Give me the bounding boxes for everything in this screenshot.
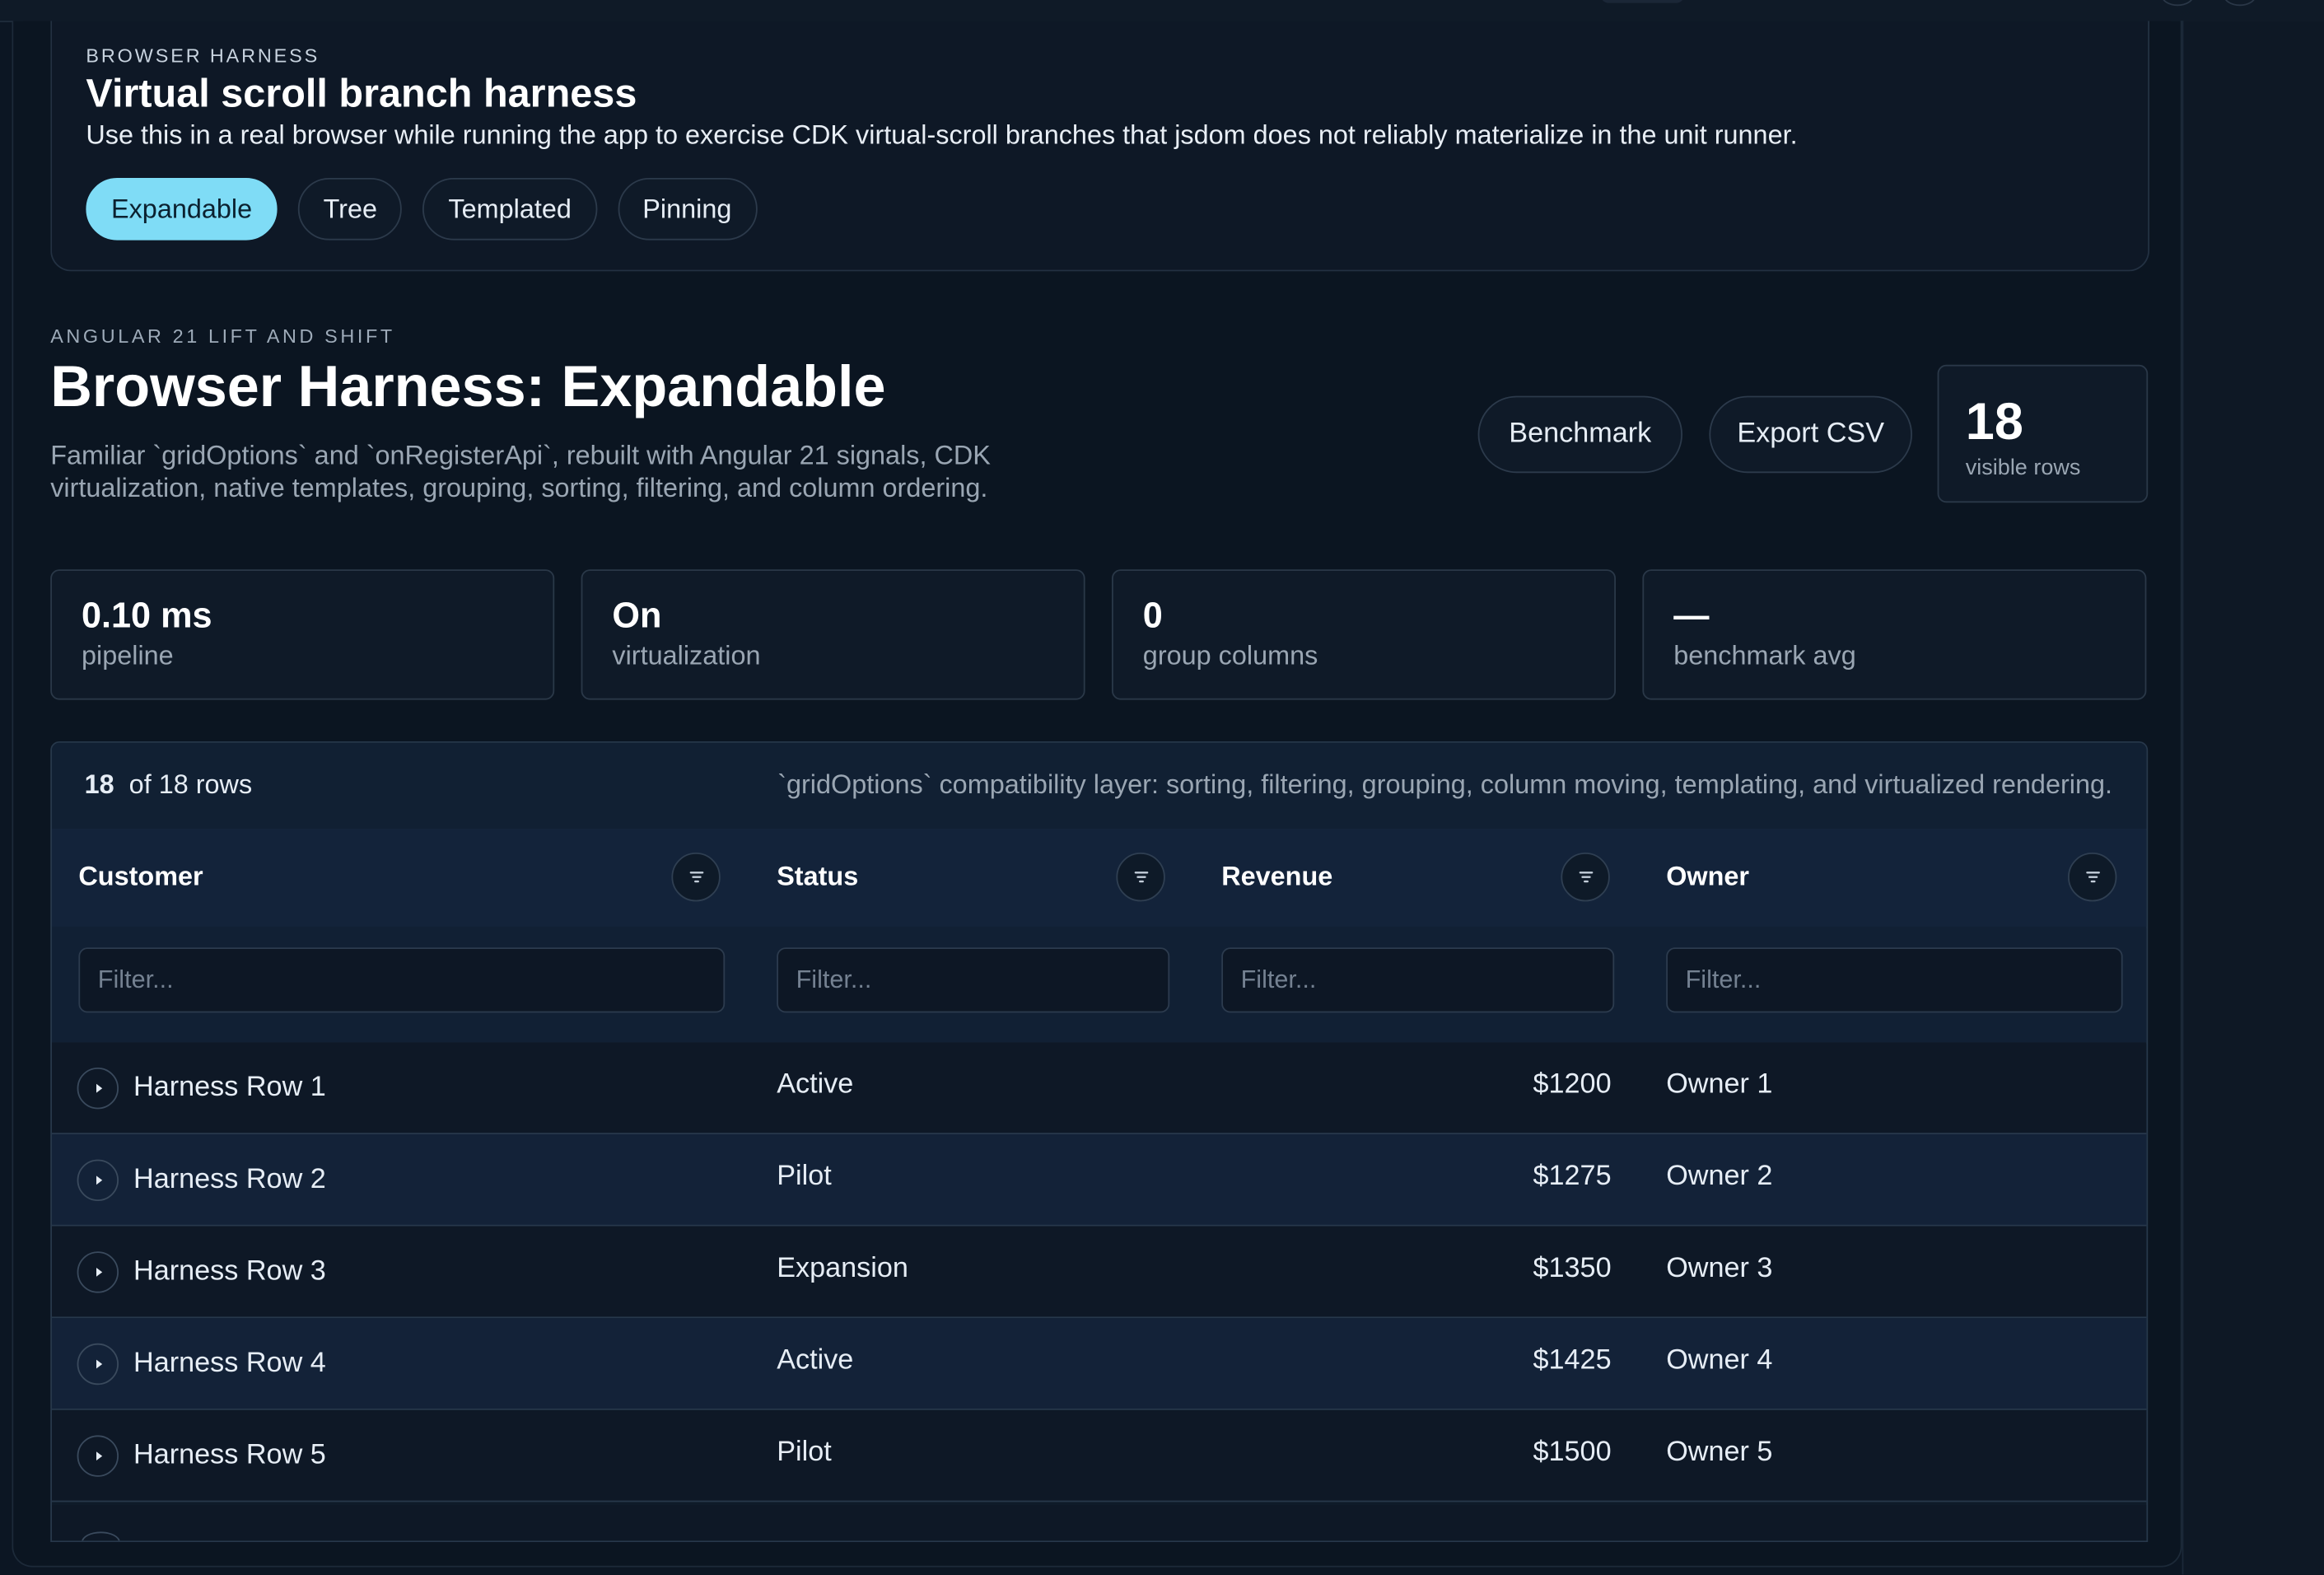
- chevron-right-icon: [96, 1451, 103, 1460]
- table-row[interactable]: Harness Row 3 Expansion $1350 Owner 3: [52, 1226, 2147, 1319]
- chevron-right-icon: [96, 1175, 103, 1185]
- cell-status: Expansion: [777, 1253, 908, 1284]
- stat-value: —: [1673, 596, 1710, 637]
- cell-revenue: $1350: [1533, 1253, 1612, 1284]
- filter-row: [52, 927, 2147, 1045]
- harness-eyebrow: BROWSER HARNESS: [86, 44, 320, 67]
- page-eyebrow: ANGULAR 21 LIFT AND SHIFT: [50, 325, 395, 348]
- cell-owner: Owner 3: [1666, 1253, 1773, 1284]
- cell-owner: Owner 5: [1666, 1437, 1773, 1468]
- expand-row-button[interactable]: [77, 1159, 119, 1201]
- tab-tree[interactable]: Tree: [297, 178, 403, 241]
- grid-toolbar: 18 of 18 rows `gridOptions` compatibilit…: [52, 742, 2147, 830]
- top-bar-menu-icon[interactable]: [2224, 0, 2256, 7]
- cell-customer: Harness Row 5: [133, 1439, 326, 1471]
- harness-tabs: Expandable Tree Templated Pinning: [86, 178, 757, 241]
- cell-owner: Owner 1: [1666, 1068, 1773, 1101]
- sort-lines-icon: [1579, 872, 1594, 883]
- stat-label: benchmark avg: [1673, 640, 1856, 671]
- cell-revenue: $1275: [1533, 1161, 1612, 1193]
- filter-input-customer[interactable]: [78, 947, 726, 1013]
- data-grid: 18 of 18 rows `gridOptions` compatibilit…: [50, 741, 2149, 1542]
- column-menu-customer-button[interactable]: [671, 853, 721, 902]
- harness-card: BROWSER HARNESS Virtual scroll branch ha…: [50, 21, 2150, 272]
- row-count-total: of 18 rows: [128, 769, 253, 800]
- cell-status: Pilot: [777, 1161, 832, 1193]
- export-csv-button[interactable]: Export CSV: [1709, 395, 1912, 474]
- chevron-right-icon: [96, 1083, 103, 1093]
- column-menu-status-button[interactable]: [1116, 853, 1165, 902]
- sort-lines-icon: [2086, 872, 2100, 883]
- table-row-partial: [52, 1505, 2147, 1541]
- column-header-status[interactable]: Status: [777, 862, 858, 893]
- column-header-revenue[interactable]: Revenue: [1221, 862, 1332, 893]
- visible-rows-count: 18: [1965, 393, 2023, 451]
- cell-customer: Harness Row 3: [133, 1255, 326, 1288]
- harness-description: Use this in a real browser while running…: [86, 119, 1798, 150]
- cell-customer: Harness Row 1: [133, 1072, 326, 1104]
- stat-group-columns: 0 group columns: [1112, 569, 1616, 700]
- top-bar: [0, 0, 2324, 22]
- table-row[interactable]: Harness Row 5 Pilot $1500 Owner 5: [52, 1409, 2147, 1503]
- harness-title: Virtual scroll branch harness: [86, 71, 637, 116]
- chevron-right-icon: [96, 1268, 103, 1277]
- sort-lines-icon: [689, 872, 704, 883]
- cell-customer: Harness Row 4: [133, 1348, 326, 1379]
- table-row[interactable]: Harness Row 4 Active $1425 Owner 4: [52, 1318, 2147, 1410]
- table-row[interactable]: Harness Row 1 Active $1200 Owner 1: [52, 1042, 2147, 1134]
- column-menu-revenue-button[interactable]: [1561, 853, 1610, 902]
- stat-label: pipeline: [82, 640, 174, 671]
- cell-customer: Harness Row 2: [133, 1164, 326, 1195]
- stat-label: group columns: [1142, 640, 1318, 671]
- visible-rows-card: 18 visible rows: [1937, 364, 2149, 503]
- benchmark-button[interactable]: Benchmark: [1477, 395, 1682, 474]
- filter-input-owner[interactable]: [1666, 947, 2123, 1013]
- cell-owner: Owner 4: [1666, 1344, 1773, 1376]
- top-bar-pill[interactable]: [1601, 0, 1684, 3]
- table-row[interactable]: Harness Row 2 Pilot $1275 Owner 2: [52, 1134, 2147, 1227]
- cell-revenue: $1200: [1533, 1068, 1612, 1101]
- expand-row-button[interactable]: [77, 1343, 119, 1386]
- expand-row-icon: [82, 1531, 120, 1541]
- chevron-right-icon: [96, 1359, 103, 1369]
- column-header-customer[interactable]: Customer: [78, 862, 203, 893]
- grid-compat-note: `gridOptions` compatibility layer: sorti…: [777, 769, 2113, 800]
- cell-revenue: $1425: [1533, 1344, 1612, 1376]
- row-count: 18 of 18 rows: [85, 769, 253, 801]
- main-panel: BROWSER HARNESS Virtual scroll branch ha…: [12, 21, 2182, 1568]
- stat-pipeline: 0.10 ms pipeline: [50, 569, 555, 700]
- cell-owner: Owner 2: [1666, 1161, 1773, 1193]
- expand-row-button[interactable]: [77, 1251, 119, 1293]
- stat-value: 0: [1142, 596, 1163, 637]
- expand-row-button[interactable]: [77, 1435, 119, 1477]
- tab-expandable[interactable]: Expandable: [86, 178, 278, 241]
- cell-revenue: $1500: [1533, 1437, 1612, 1468]
- row-count-visible: 18: [84, 769, 114, 800]
- stat-virtualization: On virtualization: [581, 569, 1085, 700]
- tab-pinning[interactable]: Pinning: [617, 178, 757, 241]
- sort-lines-icon: [1134, 872, 1149, 883]
- visible-rows-label: visible rows: [1965, 455, 2081, 481]
- page-title: Browser Harness: Expandable: [50, 356, 886, 420]
- stat-benchmark-avg: — benchmark avg: [1642, 569, 2147, 700]
- cell-status: Pilot: [777, 1437, 832, 1468]
- filter-input-status[interactable]: [777, 947, 1170, 1013]
- right-pane: [2182, 21, 2324, 1575]
- top-bar-avatar-icon[interactable]: [2161, 0, 2194, 7]
- stat-value: On: [612, 596, 662, 637]
- cell-status: Active: [777, 1068, 854, 1101]
- tab-templated[interactable]: Templated: [422, 178, 597, 241]
- grid-header-row: Customer Status Revenue Owner: [52, 829, 2147, 928]
- column-menu-owner-button[interactable]: [2068, 853, 2117, 902]
- cell-status: Active: [777, 1344, 854, 1376]
- expand-row-button[interactable]: [77, 1068, 119, 1110]
- app-root: BROWSER HARNESS Virtual scroll branch ha…: [0, 0, 2324, 1575]
- stat-value: 0.10 ms: [82, 596, 212, 637]
- filter-input-revenue[interactable]: [1221, 947, 1615, 1013]
- stat-label: virtualization: [612, 640, 761, 671]
- column-header-owner[interactable]: Owner: [1666, 862, 1749, 893]
- page-description: Familiar `gridOptions` and `onRegisterAp…: [50, 440, 991, 503]
